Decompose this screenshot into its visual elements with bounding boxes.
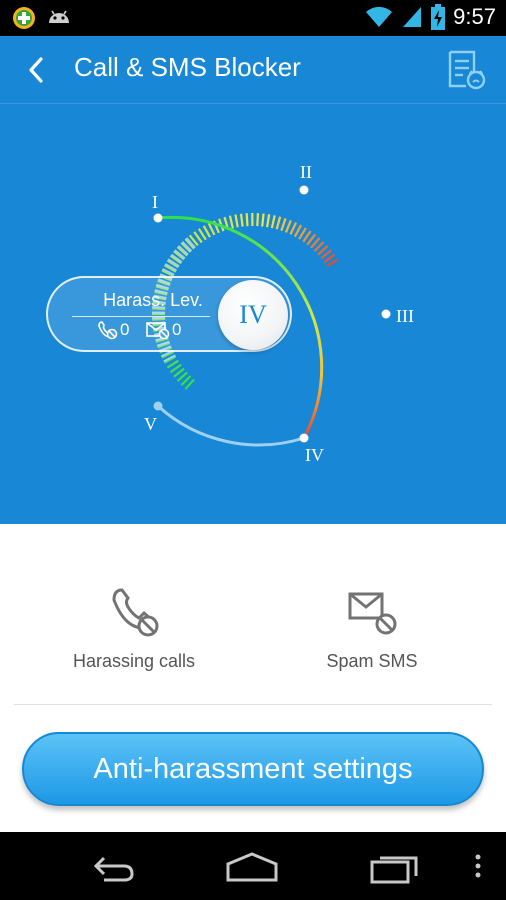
blocked-calls-value: 0: [120, 320, 130, 339]
blocked-sms-count: 0: [146, 320, 181, 340]
blocked-sms-icon: [146, 322, 170, 340]
harassment-gauge-panel: I II III IV V Harass. Lev. 0 0 IV: [0, 104, 506, 524]
gauge-tick: [265, 214, 271, 228]
gauge-outer-arc-dim: [156, 404, 305, 447]
gauge-tick: [275, 216, 282, 230]
blocked-sms-value: 0: [172, 320, 182, 339]
gauge-node-I: [153, 213, 163, 223]
navigation-bar: [0, 832, 506, 900]
gauge-tick: [245, 213, 249, 227]
nav-overflow-menu-button[interactable]: [468, 846, 488, 886]
gauge-label-I: I: [152, 192, 158, 212]
back-button[interactable]: [18, 52, 54, 88]
gauge-tick: [280, 218, 287, 232]
android-icon: [49, 10, 69, 23]
gauge-tick: [202, 225, 212, 238]
content-area: Harassing calls Spam SMS Anti-harassment…: [0, 524, 506, 832]
spam-sms-tile[interactable]: Spam SMS: [272, 584, 472, 674]
report-list-icon: [448, 50, 486, 90]
content-divider: [14, 704, 492, 705]
gauge-tick: [298, 227, 307, 240]
gauge-node-II: [299, 185, 309, 195]
gauge-node-IV: [299, 433, 309, 443]
gauge-tick: [207, 222, 216, 236]
blocked-sms-icon: [348, 592, 397, 635]
level-label-underline: [72, 316, 210, 317]
gauge-label-IV: IV: [305, 445, 324, 465]
status-bar: 9:57: [0, 0, 506, 36]
app-header: Call & SMS Blocker: [0, 36, 506, 104]
gauge-tick: [284, 219, 292, 233]
overflow-menu-icon: [475, 854, 481, 878]
back-arrow-icon: [93, 856, 134, 882]
gauge-tick: [293, 224, 303, 238]
nav-recent-apps-button[interactable]: [364, 846, 424, 886]
plus-badge-icon: [13, 7, 35, 29]
gauge-tick: [289, 222, 297, 235]
wifi-icon: [366, 6, 393, 28]
gauge-tick: [239, 213, 244, 227]
gauge-label-V: V: [144, 414, 157, 434]
current-level-button[interactable]: IV: [218, 280, 288, 350]
report-list-button[interactable]: [444, 48, 488, 92]
harassment-level-pill: Harass. Lev. 0 0 IV: [46, 276, 292, 352]
harassing-calls-tile[interactable]: Harassing calls: [34, 584, 234, 674]
gauge-tick: [261, 213, 265, 227]
harassing-calls-label: Harassing calls: [72, 651, 196, 671]
gauge-tick: [270, 215, 276, 229]
page-title: Call & SMS Blocker: [74, 52, 301, 82]
spam-sms-label: Spam SMS: [326, 651, 418, 671]
recent-apps-icon: [370, 856, 418, 884]
gauge-label-II: II: [300, 162, 312, 182]
gauge-tick: [228, 215, 234, 229]
home-icon: [226, 852, 278, 882]
gauge-node-III: [381, 309, 391, 319]
nav-home-button[interactable]: [222, 846, 282, 886]
chevron-left-icon: [29, 57, 43, 83]
gauge-tick: [234, 214, 239, 228]
blocked-call-icon: [112, 588, 159, 637]
nav-back-button[interactable]: [84, 846, 144, 886]
status-clock: 9:57: [453, 4, 496, 29]
gauge-tick: [256, 213, 260, 227]
harassment-level-label: Harass. Lev.: [103, 290, 203, 310]
blocked-calls-count: 0: [96, 320, 129, 340]
signal-icon: [403, 7, 422, 27]
gauge-label-III: III: [396, 306, 414, 326]
battery-charging-icon: [431, 4, 446, 30]
gauge-node-V: [153, 401, 163, 411]
anti-harassment-settings-button[interactable]: Anti-harassment settings: [22, 732, 484, 806]
blocked-call-icon: [98, 321, 118, 340]
